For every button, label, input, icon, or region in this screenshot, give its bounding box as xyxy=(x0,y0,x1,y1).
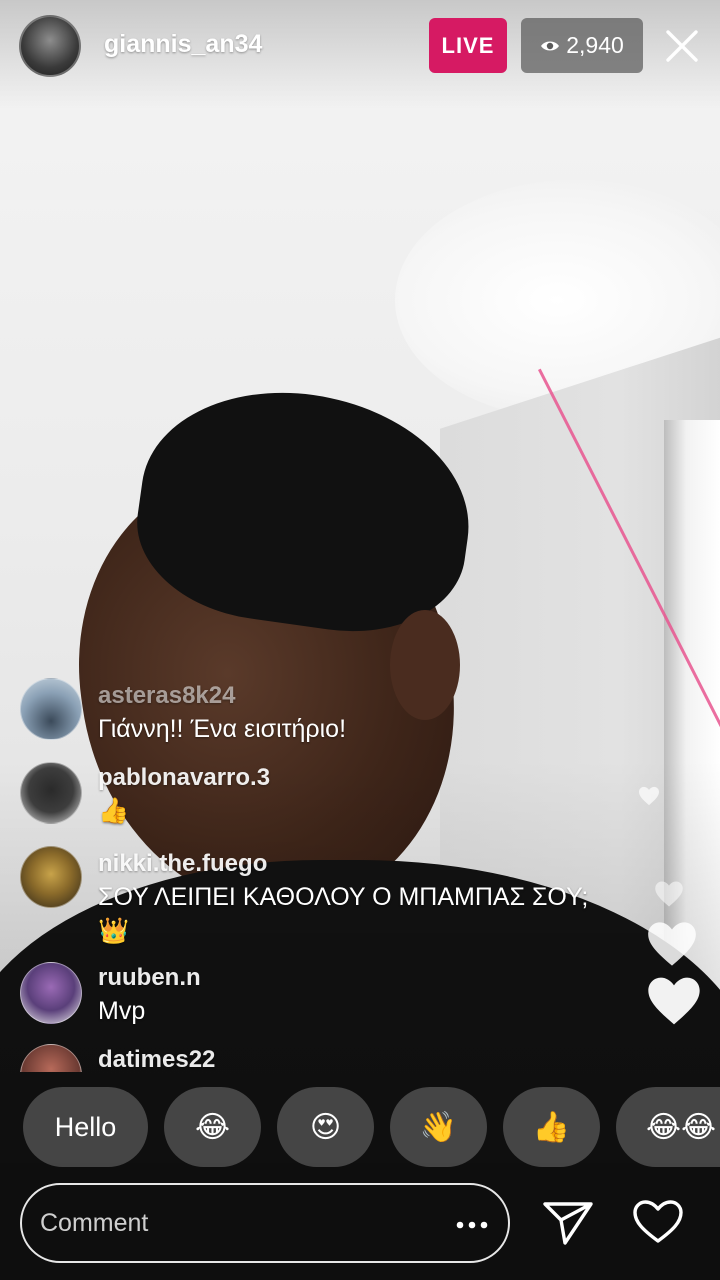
eye-icon xyxy=(541,41,560,50)
quick-reaction-thumbs-up[interactable]: 👍 xyxy=(503,1087,600,1167)
comment-text: Mvp xyxy=(98,997,146,1025)
comment-feed[interactable]: asteras8k24 Γιάννη!! Ένα εισιτήριο! pabl… xyxy=(0,672,640,1072)
comment-username[interactable]: datimes22 xyxy=(98,1046,215,1072)
heart-icon xyxy=(648,977,700,1025)
quick-reactions: Hello 😂 😍 👋 👍 😂😂 xyxy=(0,1087,720,1169)
comment-username[interactable]: pablonavarro.3 xyxy=(98,764,270,792)
floating-hearts xyxy=(628,770,720,1050)
heart-icon xyxy=(655,881,683,907)
comment-placeholder: Comment xyxy=(40,1209,149,1237)
commenter-avatar[interactable] xyxy=(20,678,82,740)
quick-reaction-laugh[interactable]: 😂 xyxy=(164,1087,261,1167)
heart-icon xyxy=(648,922,696,966)
comment-input[interactable]: Comment xyxy=(20,1183,510,1263)
live-header: giannis_an34 LIVE 2,940 xyxy=(0,0,720,92)
viewer-count-badge[interactable]: 2,940 xyxy=(521,18,643,73)
quick-reaction-double-laugh[interactable]: 😂😂 xyxy=(616,1087,720,1167)
commenter-avatar[interactable] xyxy=(20,1044,82,1072)
commenter-avatar[interactable] xyxy=(20,846,82,908)
quick-reaction-heart-eyes[interactable]: 😍 xyxy=(277,1087,374,1167)
host-avatar[interactable] xyxy=(19,15,81,77)
commenter-avatar[interactable] xyxy=(20,962,82,1024)
heart-icon xyxy=(639,786,659,806)
comment-text: ΣΟΥ ΛΕΙΠΕΙ ΚΑΘΟΛΟΥ Ο ΜΠΑΜΠΑΣ ΣΟΥ;👑 xyxy=(98,883,589,945)
live-badge: LIVE xyxy=(429,18,507,73)
comment-username[interactable]: nikki.the.fuego xyxy=(98,850,267,878)
heart-icon[interactable] xyxy=(632,1199,684,1245)
comment-text: Γιάννη!! Ένα εισιτήριο! xyxy=(98,715,347,743)
viewer-count: 2,940 xyxy=(566,32,624,58)
close-icon[interactable] xyxy=(664,28,700,64)
more-icon[interactable] xyxy=(456,1221,488,1229)
comment-text: 👍 xyxy=(98,797,130,825)
comment-username[interactable]: ruuben.n xyxy=(98,964,201,992)
commenter-avatar[interactable] xyxy=(20,762,82,824)
quick-reaction-hello[interactable]: Hello xyxy=(23,1087,148,1167)
host-username[interactable]: giannis_an34 xyxy=(104,30,262,59)
comment-username[interactable]: asteras8k24 xyxy=(98,682,235,710)
send-icon[interactable] xyxy=(542,1200,594,1246)
quick-reaction-wave[interactable]: 👋 xyxy=(390,1087,487,1167)
